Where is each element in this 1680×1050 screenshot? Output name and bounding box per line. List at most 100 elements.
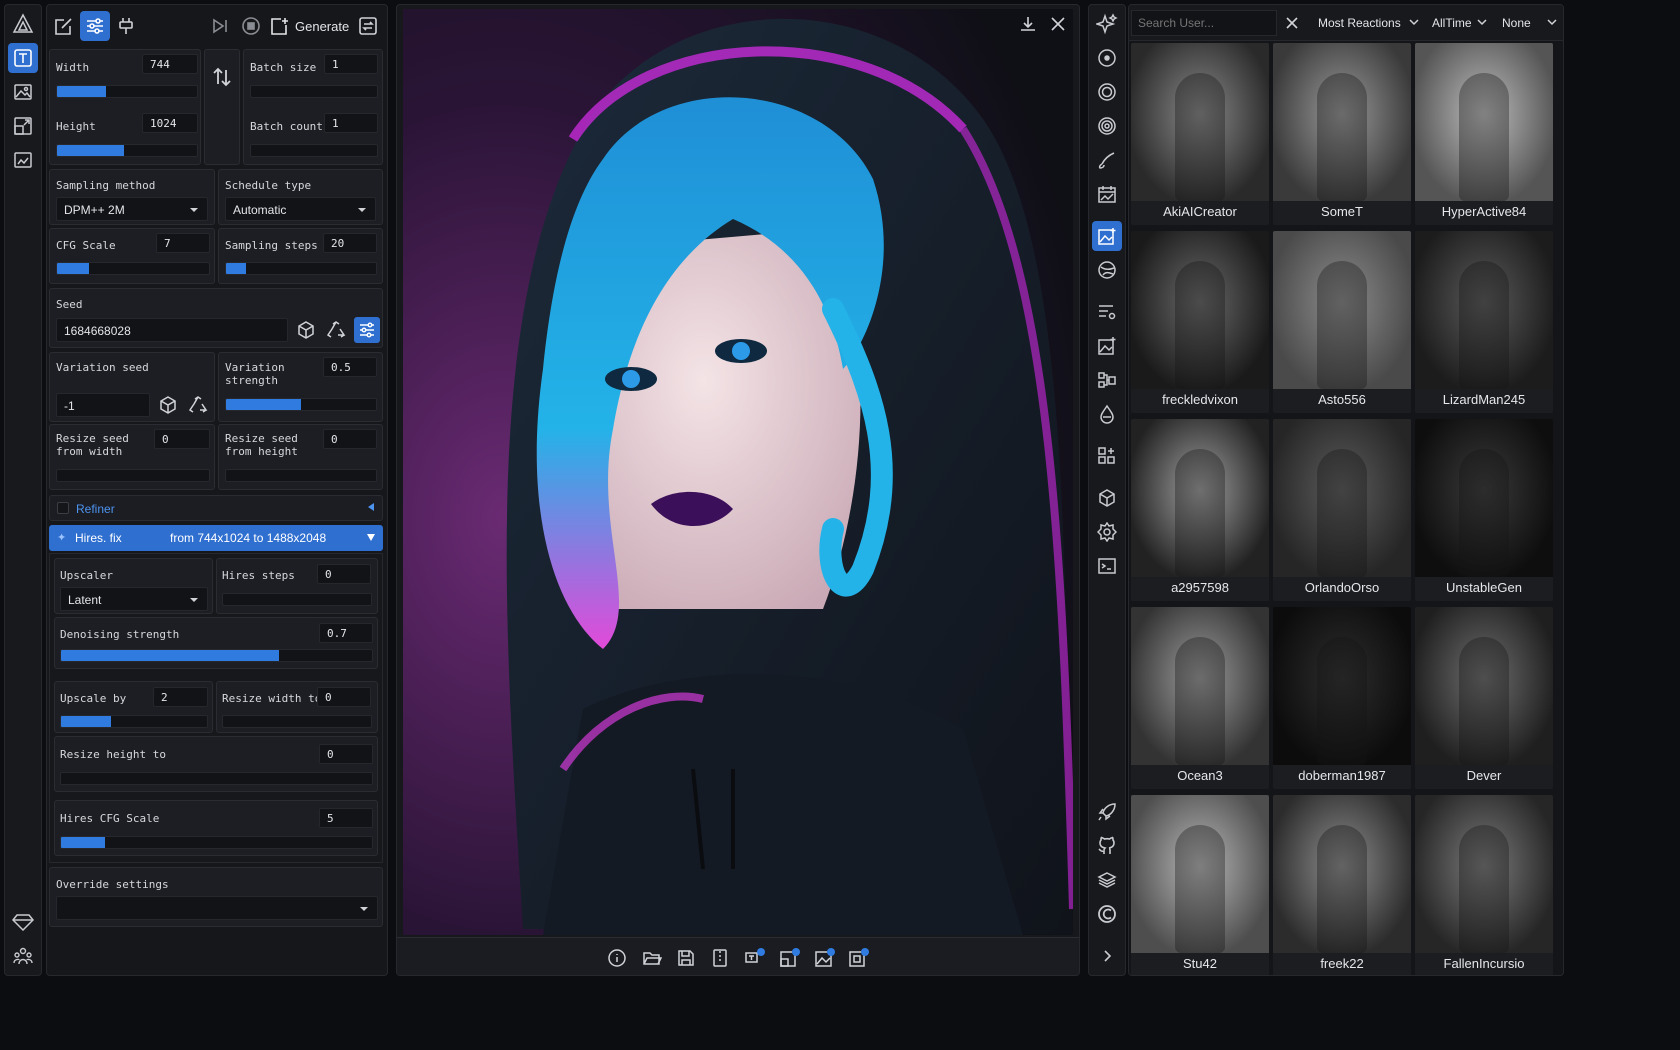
text-to-image-icon[interactable] [8, 43, 38, 73]
seed-input[interactable]: 1684668028 [56, 318, 288, 342]
gallery-thumbnail[interactable] [1415, 795, 1553, 953]
gallery-item[interactable]: Dever [1415, 607, 1553, 789]
denoising-slider[interactable] [60, 649, 373, 662]
clear-search-icon[interactable] [1279, 10, 1305, 36]
override-settings-select[interactable] [56, 896, 378, 920]
styles-icon[interactable] [1092, 255, 1122, 285]
send-to-inpaint-icon[interactable] [846, 945, 872, 971]
extra-seed-options-icon[interactable] [354, 317, 380, 343]
civitai-gallery-icon[interactable] [1092, 221, 1122, 251]
stop-icon[interactable] [236, 11, 266, 41]
reuse-seed-icon[interactable] [323, 317, 349, 343]
send-to-img2img-icon[interactable] [812, 945, 838, 971]
resize-seed-width-input[interactable]: 0 [154, 429, 210, 449]
generated-image[interactable] [403, 9, 1073, 935]
hires-cfg-slider[interactable] [60, 836, 373, 849]
skip-icon[interactable] [205, 11, 235, 41]
control-icon[interactable] [1092, 365, 1122, 395]
civitai-icon[interactable] [1092, 899, 1122, 929]
generate-button[interactable]: Generate [269, 11, 349, 41]
info-icon[interactable] [604, 945, 630, 971]
gallery-thumbnail[interactable] [1131, 419, 1269, 577]
gallery-item-username[interactable]: Asto556 [1273, 389, 1411, 413]
gallery-item-username[interactable]: doberman1987 [1273, 765, 1411, 789]
refiner-checkbox[interactable] [57, 502, 69, 514]
layers-icon[interactable] [1092, 865, 1122, 895]
gallery-item[interactable]: AkiAICreator [1131, 43, 1269, 225]
download-icon[interactable] [1015, 11, 1041, 37]
gallery-item-username[interactable]: a2957598 [1131, 577, 1269, 601]
users-icon[interactable] [8, 941, 38, 971]
batch-count-slider[interactable] [250, 144, 378, 157]
gallery-thumbnail[interactable] [1415, 607, 1553, 765]
hires-steps-input[interactable]: 0 [317, 564, 371, 584]
embeddings-icon[interactable] [1092, 111, 1122, 141]
lora-icon[interactable] [1092, 77, 1122, 107]
cube-icon[interactable] [1092, 483, 1122, 513]
settings-sliders-icon[interactable] [80, 11, 110, 41]
refiner-accordion[interactable]: Refiner [49, 495, 383, 521]
brush-icon[interactable] [1092, 145, 1122, 175]
variation-strength-input[interactable]: 0.5 [323, 357, 377, 377]
gallery-item[interactable]: HyperActive84 [1415, 43, 1553, 225]
gallery-item-username[interactable]: HyperActive84 [1415, 201, 1553, 225]
gallery-thumbnail[interactable] [1273, 607, 1411, 765]
resize-seed-width-slider[interactable] [56, 469, 210, 482]
gallery-item[interactable]: Ocean3 [1131, 607, 1269, 789]
gallery-thumbnail[interactable] [1273, 795, 1411, 953]
gallery-item[interactable]: freek22 [1273, 795, 1411, 975]
gallery-thumbnail[interactable] [1273, 419, 1411, 577]
expand-panel-icon[interactable] [1092, 941, 1122, 971]
denoising-input[interactable]: 0.7 [319, 623, 373, 643]
gear-icon[interactable] [1092, 517, 1122, 547]
hires-steps-slider[interactable] [222, 593, 372, 606]
gallery-item-username[interactable]: Ocean3 [1131, 765, 1269, 789]
send-to-txt2img-icon[interactable] [742, 945, 768, 971]
upscale-by-input[interactable]: 2 [153, 687, 208, 707]
width-input[interactable]: 744 [142, 54, 198, 74]
gallery-item[interactable]: LizardMan245 [1415, 231, 1553, 413]
zip-icon[interactable] [707, 945, 733, 971]
sort-select[interactable]: Most Reactions [1311, 10, 1425, 36]
close-icon[interactable] [1045, 11, 1071, 37]
gallery-item-username[interactable]: Dever [1415, 765, 1553, 789]
batch-size-input[interactable]: 1 [324, 54, 378, 74]
gallery-thumbnail[interactable] [1273, 43, 1411, 201]
gallery-thumbnail[interactable] [1131, 231, 1269, 389]
gallery-thumbnail[interactable] [1131, 607, 1269, 765]
edit-prompt-icon[interactable] [49, 11, 79, 41]
search-user-input[interactable] [1131, 10, 1277, 36]
resize-height-slider[interactable] [60, 772, 373, 785]
gallery-thumbnail[interactable] [1415, 231, 1553, 389]
diamond-icon[interactable] [8, 907, 38, 937]
extensions-icon[interactable] [1092, 441, 1122, 471]
gallery-item-username[interactable]: UnstableGen [1415, 577, 1553, 601]
gallery-item[interactable]: a2957598 [1131, 419, 1269, 601]
gallery-item[interactable]: SomeT [1273, 43, 1411, 225]
resize-height-input[interactable]: 0 [319, 744, 373, 764]
send-to-extras-icon[interactable] [777, 945, 803, 971]
settings-list-icon[interactable] [1092, 297, 1122, 327]
sampling-steps-input[interactable]: 20 [323, 233, 377, 253]
gallery-item[interactable]: freckledvixon [1131, 231, 1269, 413]
cfg-scale-slider[interactable] [56, 262, 210, 275]
gallery-item[interactable]: Asto556 [1273, 231, 1411, 413]
models-icon[interactable] [1092, 43, 1122, 73]
gallery-item[interactable]: FallenIncursio [1415, 795, 1553, 975]
filter-select[interactable]: None [1495, 10, 1561, 36]
sampling-steps-slider[interactable] [225, 262, 377, 275]
plug-icon[interactable] [111, 11, 141, 41]
hires-fix-checkbox-icon[interactable]: ✦ [57, 531, 66, 544]
resize-seed-height-slider[interactable] [225, 469, 377, 482]
gallery-thumbnail[interactable] [1415, 43, 1553, 201]
gallery-image-icon[interactable] [8, 145, 38, 175]
resize-width-slider[interactable] [222, 715, 372, 728]
image-to-image-icon[interactable] [8, 77, 38, 107]
gallery-item-username[interactable]: SomeT [1273, 201, 1411, 225]
droplet-icon[interactable] [1092, 399, 1122, 429]
gallery-item-username[interactable]: Stu42 [1131, 953, 1269, 975]
resize-width-input[interactable]: 0 [317, 687, 371, 707]
save-icon[interactable] [673, 945, 699, 971]
variation-seed-input[interactable]: -1 [56, 393, 150, 417]
sampling-method-select[interactable]: DPM++ 2M [56, 197, 208, 221]
